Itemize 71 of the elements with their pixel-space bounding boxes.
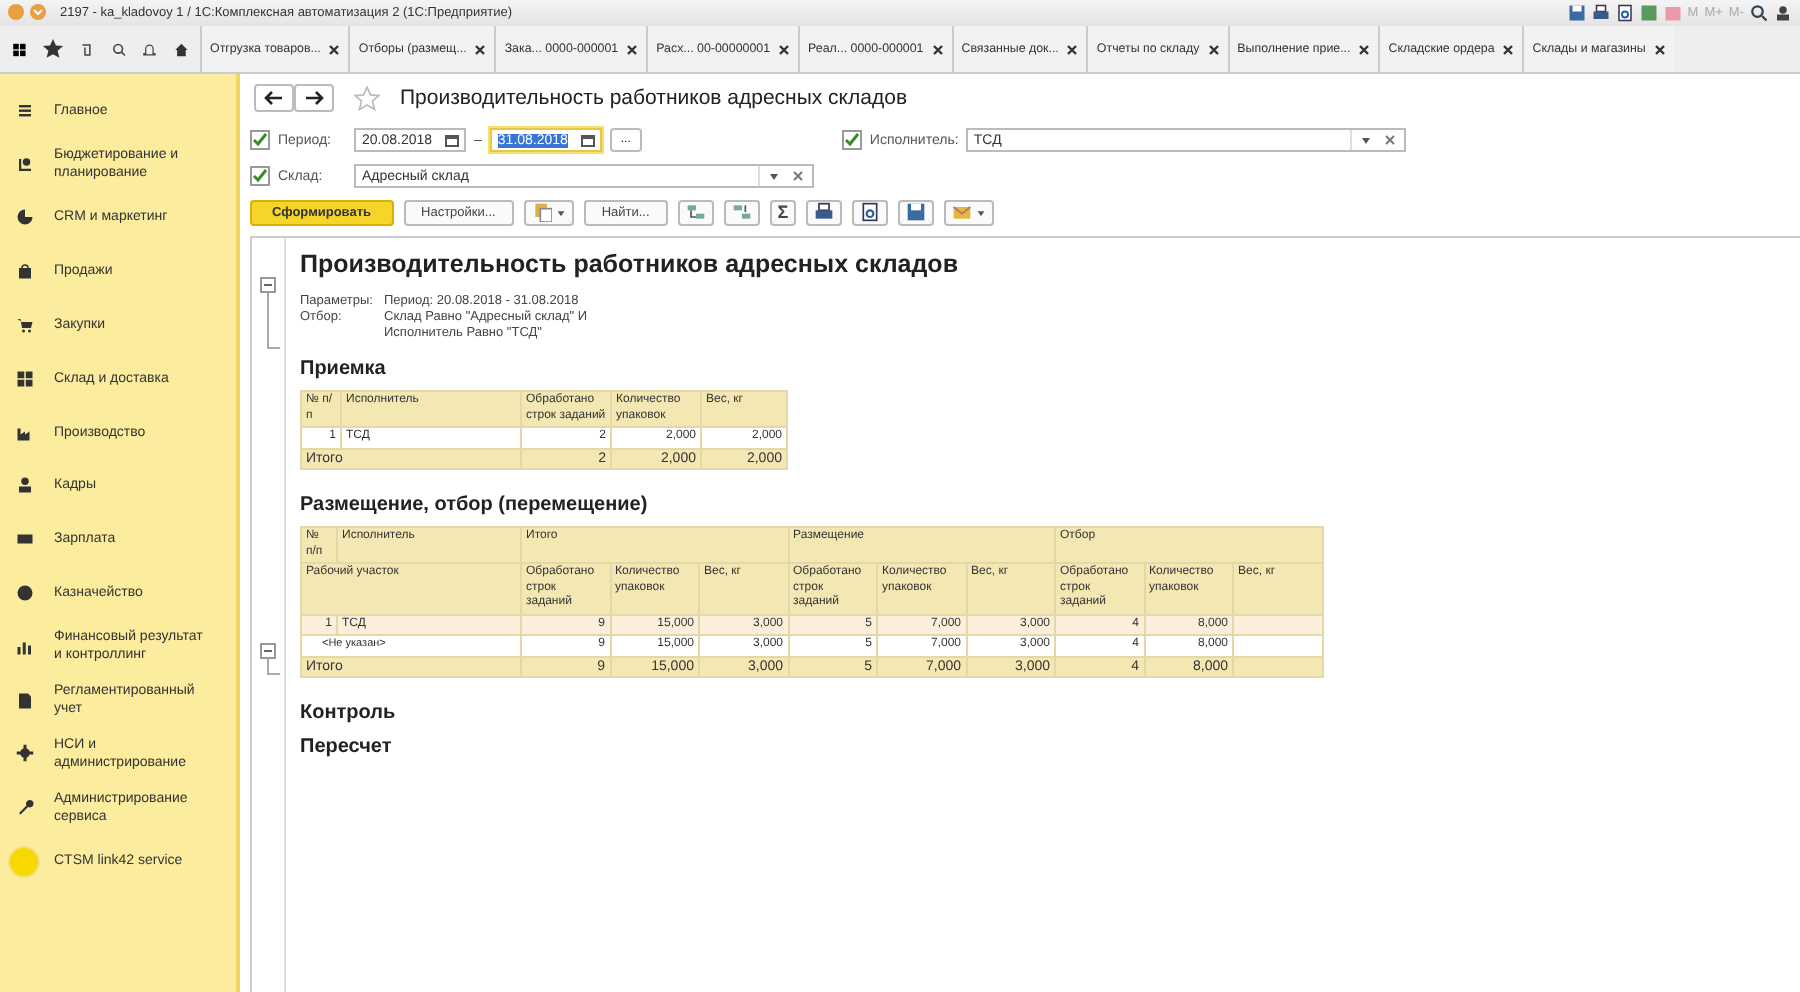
group-bracket-icon[interactable] (256, 274, 280, 350)
checkbox[interactable] (250, 130, 270, 150)
section-title: Приемка (300, 358, 388, 380)
checkbox[interactable] (250, 166, 270, 186)
collapse-groups-button[interactable] (723, 199, 760, 225)
caret-icon (976, 207, 987, 217)
section-title: Размещение, отбор (перемещение) (300, 494, 650, 516)
print-icon[interactable] (1591, 4, 1610, 22)
close-icon[interactable] (328, 43, 341, 55)
close-icon[interactable] (1207, 43, 1220, 55)
expand-groups-icon (685, 202, 706, 222)
grid-icon (15, 369, 33, 388)
forward-button[interactable] (294, 84, 334, 112)
card-icon (15, 530, 33, 549)
close-icon[interactable] (778, 43, 791, 55)
copy-icon (531, 202, 552, 222)
report-title: Производительность работников адресных складов (300, 250, 961, 278)
user-icon[interactable] (1774, 4, 1792, 22)
dropdown-icon[interactable] (768, 170, 780, 182)
form-title: Производительность работников адресных складов (400, 86, 908, 110)
bell-icon[interactable] (142, 39, 158, 59)
section-title: Контроль (300, 702, 398, 724)
back-button[interactable] (254, 84, 294, 112)
print-preview-icon[interactable] (1615, 4, 1634, 22)
checkbox[interactable] (841, 130, 862, 150)
bag-icon (15, 262, 33, 281)
pie-chart-icon (15, 208, 33, 227)
close-icon[interactable] (474, 43, 487, 55)
circle-icon (8, 845, 40, 878)
save-icon[interactable] (1567, 4, 1586, 22)
print-preview-button[interactable] (852, 199, 889, 225)
caret-icon (555, 207, 566, 217)
close-icon[interactable] (931, 43, 944, 55)
wrench-icon (15, 798, 33, 817)
group-bracket-icon[interactable] (256, 640, 280, 676)
close-icon[interactable] (1358, 43, 1371, 55)
expand-groups-button[interactable] (677, 199, 714, 225)
zoom-icon[interactable] (1750, 4, 1768, 22)
envelope-button[interactable] (944, 199, 995, 225)
sum-button[interactable]: Σ (769, 199, 797, 225)
save-icon (906, 202, 927, 222)
search-icon[interactable] (111, 39, 127, 59)
close-icon[interactable] (626, 43, 639, 55)
bar-chart-icon (15, 637, 33, 656)
copy-button[interactable] (523, 199, 574, 225)
cart-icon (15, 316, 33, 335)
history-icon[interactable] (80, 39, 96, 59)
clear-icon[interactable] (1383, 134, 1396, 146)
print-preview-icon (860, 202, 881, 222)
document-icon (15, 691, 33, 710)
apps-grid-icon[interactable] (12, 39, 27, 59)
arrow-left-icon (264, 90, 284, 106)
home-icon[interactable] (173, 39, 189, 59)
section-title: Пересчет (300, 736, 394, 758)
person-icon (15, 476, 33, 495)
clear-icon[interactable] (792, 170, 804, 182)
settings-icon (15, 744, 33, 763)
dropdown-icon[interactable] (1359, 134, 1372, 146)
menu-icon (15, 101, 33, 120)
close-icon[interactable] (1653, 43, 1666, 55)
save-button[interactable] (898, 199, 935, 225)
close-icon[interactable] (1066, 43, 1079, 55)
factory-icon (15, 423, 33, 442)
envelope-icon (952, 202, 973, 222)
star-icon[interactable] (42, 38, 65, 60)
arrow-right-icon (304, 90, 324, 106)
close-icon[interactable] (1502, 43, 1515, 55)
print-icon (814, 202, 835, 222)
favorite-star-icon[interactable] (354, 85, 380, 111)
print-button[interactable] (806, 199, 843, 225)
collapse-groups-icon (731, 202, 752, 222)
